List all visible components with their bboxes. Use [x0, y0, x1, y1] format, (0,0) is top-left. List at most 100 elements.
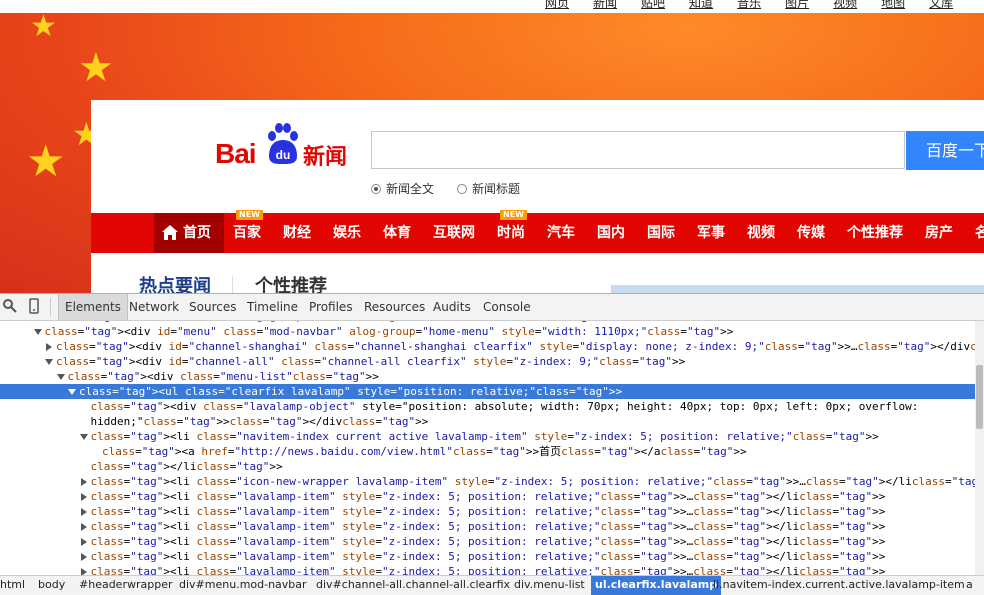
top-nav-link[interactable]: 视频	[833, 0, 857, 11]
dom-node-line[interactable]: class="tag"><li class="lavalamp-item" st…	[0, 549, 975, 564]
dom-node-text: class="tag"><div id="channel-shanghai" c…	[56, 340, 975, 353]
dom-node-line[interactable]: class="tag"><li class="lavalamp-item" st…	[0, 504, 975, 519]
expand-triangle-icon[interactable]	[80, 523, 87, 531]
top-nav-link[interactable]: 音乐	[737, 0, 761, 11]
expand-triangle-icon[interactable]	[80, 478, 87, 486]
dom-node-line[interactable]: class="tag"><div class="menu-list"class=…	[0, 369, 975, 384]
tab-network[interactable]: Network	[123, 294, 185, 320]
nav-item[interactable]: 财经	[283, 213, 311, 253]
radio-checked-icon[interactable]	[371, 183, 381, 194]
dom-node-selected[interactable]: class="tag"><ul class="clearfix lavalamp…	[0, 384, 975, 399]
collapse-triangle-icon[interactable]	[33, 329, 42, 335]
tab-elements[interactable]: Elements	[58, 294, 128, 320]
dom-node-text: class="tag"><li class="lavalamp-item" st…	[90, 535, 886, 548]
dom-node-text: class="tag"></liclass="tag">>	[90, 460, 283, 473]
logo-news-text: 新闻	[303, 145, 348, 170]
dom-node-line[interactable]: class="tag"><li class="lavalamp-item" st…	[0, 534, 975, 549]
dom-node-line[interactable]: class="tag"><div id="channel-all" class=…	[0, 354, 975, 369]
nav-item[interactable]: 汽车	[547, 213, 575, 253]
collapse-triangle-icon[interactable]	[56, 374, 65, 380]
breadcrumb-item[interactable]: li.navitem-index.current.active.lavalamp…	[709, 576, 969, 595]
nav-item[interactable]: 娱乐	[333, 213, 361, 253]
tab-timeline[interactable]: Timeline	[241, 294, 304, 320]
breadcrumb-item[interactable]: div.menu-list	[510, 576, 589, 595]
tab-sources[interactable]: Sources	[183, 294, 242, 320]
nav-item[interactable]: 体育	[383, 213, 411, 253]
nav-item[interactable]: 国际	[647, 213, 675, 253]
top-nav-link[interactable]: 网页	[545, 0, 569, 11]
elements-scrollbar[interactable]	[975, 321, 984, 575]
top-nav-link[interactable]: 图片	[785, 0, 809, 11]
elements-tree: class="tag"><div id="header" alog-group=…	[0, 321, 975, 575]
dom-node-text: class="tag"><li class="lavalamp-item" st…	[90, 505, 886, 518]
expand-triangle-icon[interactable]	[80, 493, 87, 501]
dom-node-line[interactable]: class="tag"><div class="lavalamp-object"…	[0, 399, 975, 414]
dom-node-text: class="tag"><li class="navitem-index cur…	[90, 430, 879, 443]
nav-item[interactable]: 个性推荐	[847, 213, 903, 253]
collapse-triangle-icon[interactable]	[45, 359, 53, 365]
tab-audits[interactable]: Audits	[427, 294, 477, 320]
dom-node-text: class="tag"><li class="lavalamp-item" st…	[90, 550, 886, 563]
dom-node-line[interactable]: class="tag"></liclass="tag">>	[0, 459, 975, 474]
section-hot-news-title[interactable]: 热点要闻	[139, 272, 211, 293]
baidu-paw-icon: du	[268, 123, 298, 164]
toolbar-divider	[50, 298, 51, 316]
breadcrumb-item[interactable]: ul.clearfix.lavalamp	[591, 576, 722, 595]
dom-node-text: class="tag"><div class="menu-list"class=…	[67, 370, 379, 383]
dom-node-line[interactable]: class="tag"><div id="menu" class="mod-na…	[0, 324, 975, 339]
nav-item[interactable]: 房产	[925, 213, 953, 253]
scrollbar-thumb[interactable]	[976, 365, 983, 429]
expand-triangle-icon[interactable]	[80, 508, 87, 516]
dom-node-text: class="tag"><li class="lavalamp-item" st…	[90, 565, 886, 575]
dom-node-line[interactable]: class="tag"><li class="lavalamp-item" st…	[0, 519, 975, 534]
device-mode-icon[interactable]	[26, 298, 42, 314]
top-nav-link[interactable]: 地图	[881, 0, 905, 11]
search-icon[interactable]	[2, 298, 18, 314]
nav-item[interactable]: 视频	[747, 213, 775, 253]
nav-item[interactable]: 互联网	[433, 213, 475, 253]
collapse-triangle-icon[interactable]	[68, 389, 76, 395]
collapse-triangle-icon[interactable]	[79, 434, 88, 440]
breadcrumb-item[interactable]: body	[34, 576, 69, 595]
radio-title[interactable]: 新闻标题	[457, 180, 520, 197]
top-nav-link[interactable]: 文库	[929, 0, 953, 11]
dom-node-line[interactable]: class="tag"><li class="navitem-index cur…	[0, 429, 975, 444]
dom-node-line[interactable]: class="tag"><a href="http://news.baidu.c…	[0, 444, 975, 459]
nav-item[interactable]: 首页	[183, 213, 211, 253]
new-badge: NEW	[236, 210, 263, 220]
breadcrumb-item[interactable]: div#menu.mod-navbar	[175, 576, 311, 595]
section-personal-title[interactable]: 个性推荐	[255, 272, 327, 293]
top-nav-link[interactable]: 新闻	[593, 0, 617, 11]
search-button[interactable]: 百度一下	[906, 131, 984, 170]
top-nav-link[interactable]: 贴吧	[641, 0, 665, 11]
tab-resources[interactable]: Resources	[358, 294, 431, 320]
news-content-panel: Bai du 新闻 百度一下 新闻全文 新闻标题 首页 百家 NEW 财经 娱乐…	[91, 100, 984, 293]
expand-triangle-icon[interactable]	[46, 343, 52, 351]
breadcrumb-item[interactable]: div#channel-all.channel-all.clearfix	[312, 576, 514, 595]
expand-triangle-icon[interactable]	[80, 553, 87, 561]
breadcrumb-item[interactable]: html	[0, 576, 29, 595]
search-input[interactable]	[371, 131, 905, 169]
featured-image[interactable]	[611, 285, 984, 293]
dom-node-line[interactable]: class="tag"><div id="channel-shanghai" c…	[0, 339, 975, 354]
breadcrumb-item[interactable]: #headerwrapper	[75, 576, 176, 595]
expand-triangle-icon[interactable]	[80, 568, 87, 575]
tab-console[interactable]: Console	[477, 294, 537, 320]
dom-node-line[interactable]: class="tag"><li class="icon-new-wrapper …	[0, 474, 975, 489]
top-nav-bar: 网页 新闻 贴吧 知道 音乐 图片 视频 地图 文库	[0, 0, 984, 13]
expand-triangle-icon[interactable]	[80, 538, 87, 546]
dom-node-line[interactable]: hidden;"class="tag">>class="tag"></divcl…	[0, 414, 975, 429]
nav-item[interactable]: 国内	[597, 213, 625, 253]
nav-item[interactable]: 军事	[697, 213, 725, 253]
breadcrumb-item[interactable]: a	[962, 576, 977, 595]
radio-fulltext[interactable]: 新闻全文	[371, 180, 434, 197]
top-nav-link[interactable]: 知道	[689, 0, 713, 11]
dom-node-text: class="tag"><a href="http://news.baidu.c…	[102, 445, 747, 458]
dom-node-line[interactable]: class="tag"><li class="lavalamp-item" st…	[0, 489, 975, 504]
nav-item[interactable]: 传媒	[797, 213, 825, 253]
logo-bai-text: Bai	[215, 138, 257, 169]
tab-profiles[interactable]: Profiles	[303, 294, 359, 320]
nav-item[interactable]: 名	[975, 213, 984, 253]
dom-node-line[interactable]: class="tag"><li class="lavalamp-item" st…	[0, 564, 975, 575]
radio-unchecked-icon[interactable]	[457, 183, 467, 194]
